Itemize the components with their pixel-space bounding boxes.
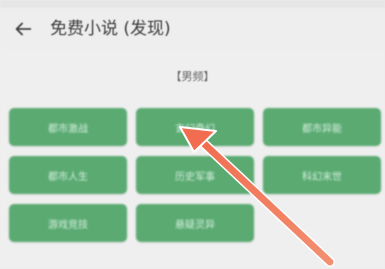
category-panel: 【男频】 都市激战 玄幻奇幻 都市异能 都市人生 历史军事 科幻末世 游戏竞技 … xyxy=(0,50,385,269)
category-button[interactable]: 都市人生 xyxy=(9,156,127,194)
category-button[interactable]: 游戏竞技 xyxy=(9,204,127,242)
section-label-male: 【男频】 xyxy=(170,70,215,83)
category-button[interactable]: 都市激战 xyxy=(9,108,127,146)
status-bar xyxy=(0,0,385,8)
header-bar: 免费小说 (发现) xyxy=(0,8,385,50)
category-grid: 都市激战 玄幻奇幻 都市异能 都市人生 历史军事 科幻末世 游戏竞技 悬疑灵异 xyxy=(9,108,381,242)
category-button[interactable]: 都市异能 xyxy=(263,108,381,146)
category-button[interactable]: 历史军事 xyxy=(136,156,254,194)
category-button[interactable]: 科幻末世 xyxy=(263,156,381,194)
category-button[interactable]: 悬疑灵异 xyxy=(136,204,254,242)
screen: 免费小说 (发现) 【男频】 都市激战 玄幻奇幻 都市异能 都市人生 历史军事 … xyxy=(0,0,385,269)
page-title: 免费小说 (发现) xyxy=(50,19,171,39)
arrow-left-icon[interactable] xyxy=(12,18,34,40)
category-button[interactable]: 玄幻奇幻 xyxy=(136,108,254,146)
